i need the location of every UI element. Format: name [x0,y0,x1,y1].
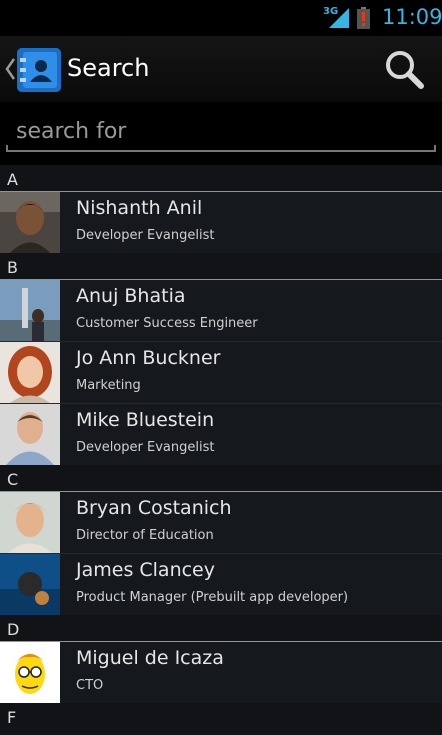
search-icon[interactable] [382,48,426,92]
section-header-a: A [0,165,442,192]
section-letter: A [7,170,18,189]
contact-photo [0,342,60,403]
section-letter: F [7,708,17,727]
contact-row[interactable]: Jo Ann Buckner Marketing [0,342,442,404]
contact-title: Developer Evangelist [76,440,215,455]
up-caret-icon[interactable] [4,57,16,81]
contact-row[interactable]: Miguel de Icaza CTO [0,642,442,703]
action-bar: Search [0,36,442,102]
contact-photo [0,554,60,615]
contact-title: CTO [76,678,104,693]
contact-title: Product Manager (Prebuilt app developer) [76,590,349,605]
search-underline [6,145,436,152]
contacts-book-icon[interactable] [17,48,61,92]
section-header-f: F [0,703,442,729]
signal-strength-icon [329,8,349,28]
contact-list[interactable]: A Nishanth Anil Developer Evangelist B A… [0,165,442,735]
section-header-c: C [0,465,442,492]
contact-photo [0,192,60,253]
section-header-b: B [0,253,442,280]
search-input[interactable] [6,108,436,150]
section-letter: D [7,620,20,639]
battery-low-icon [357,7,370,29]
contact-name: Nishanth Anil [76,197,203,219]
contact-title: Director of Education [76,528,214,543]
contact-row[interactable]: Nishanth Anil Developer Evangelist [0,192,442,253]
contact-name: Jo Ann Buckner [76,347,221,369]
contact-title: Marketing [76,378,141,393]
contact-row[interactable]: James Clancey Product Manager (Prebuilt … [0,554,442,615]
section-header-d: D [0,615,442,642]
contact-row[interactable]: Bryan Costanich Director of Education [0,492,442,554]
clock: 11:09 [382,5,442,29]
section-letter: B [7,258,18,277]
contact-title: Developer Evangelist [76,228,215,243]
section-letter: C [7,470,19,489]
contact-photo [0,492,60,553]
contact-name: Mike Bluestein [76,409,215,431]
contact-photo [0,280,60,341]
contact-name: Anuj Bhatia [76,285,186,307]
contact-row[interactable]: Anuj Bhatia Customer Success Engineer [0,280,442,342]
search-field [6,108,436,152]
contact-row[interactable]: Mike Bluestein Developer Evangelist [0,404,442,465]
contact-name: James Clancey [76,559,215,581]
contact-name: Bryan Costanich [76,497,232,519]
status-bar: 3G 11:09 [0,0,442,36]
contact-title: Customer Success Engineer [76,316,258,331]
page-title: Search [67,54,150,82]
contact-name: Miguel de Icaza [76,647,224,669]
contact-photo [0,404,60,465]
contact-photo [0,642,60,703]
